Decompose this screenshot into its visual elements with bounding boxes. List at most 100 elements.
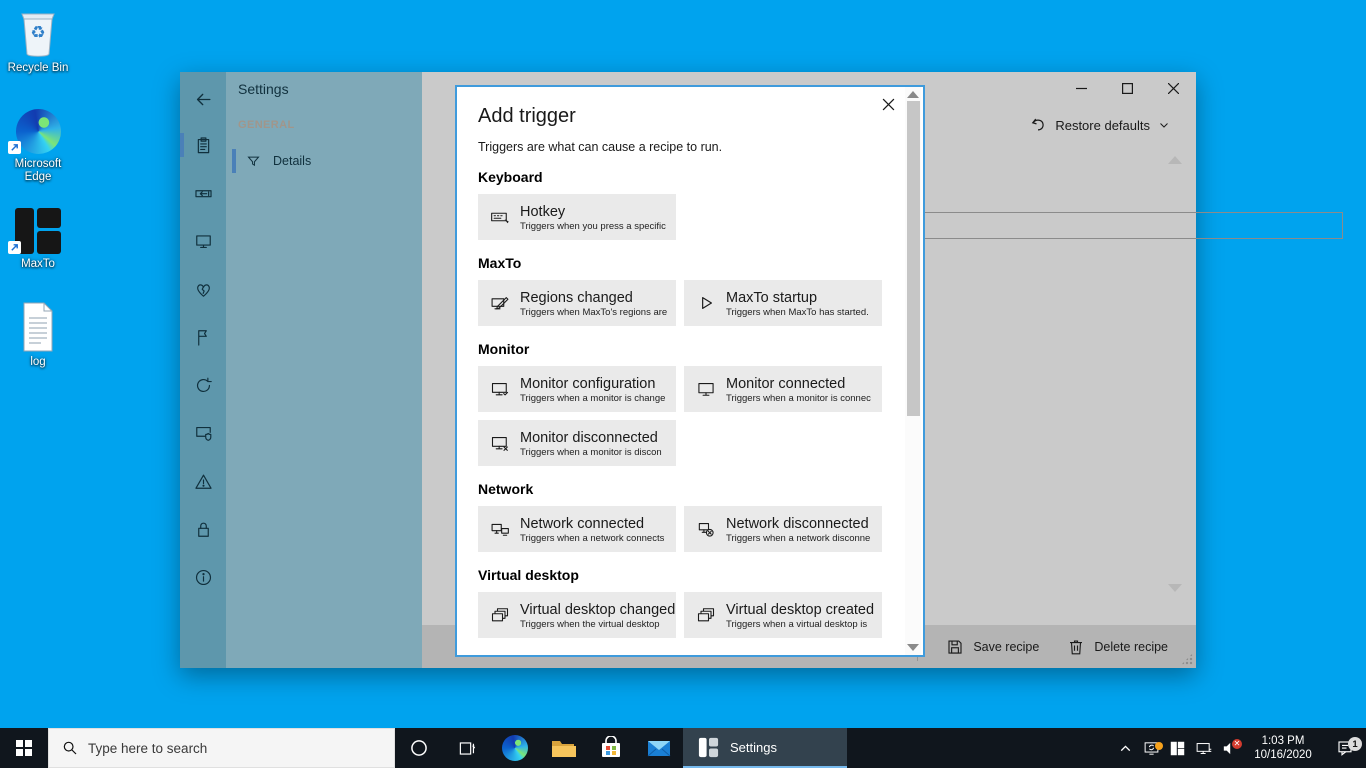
tile-description: Triggers when a network disconne — [726, 533, 870, 544]
section-label: Network — [478, 481, 905, 497]
maximize-icon — [1122, 83, 1133, 94]
task-view-button[interactable] — [443, 728, 491, 768]
scrollbar-down-arrow[interactable] — [907, 644, 919, 651]
sidebar-item-monitor[interactable] — [180, 224, 226, 258]
sidebar-item-input-box[interactable] — [180, 176, 226, 210]
tile-description: Triggers when you press a specific — [520, 221, 666, 232]
recycle-bin-icon: ♻ — [0, 6, 76, 58]
tile-grid: Regions changedTriggers when MaxTo's reg… — [478, 280, 890, 326]
save-icon — [946, 638, 964, 656]
tile-grid: Virtual desktop changedTriggers when the… — [478, 592, 890, 638]
trash-icon — [1067, 638, 1085, 656]
undo-icon — [1029, 116, 1047, 134]
minimize-icon — [1076, 83, 1087, 94]
cortana-button[interactable] — [395, 728, 443, 768]
scrollbar-up-arrow[interactable] — [907, 91, 919, 98]
keyboard-icon — [490, 207, 510, 227]
sidebar-item-warning[interactable] — [180, 464, 226, 498]
section-label: Monitor — [478, 341, 905, 357]
sidebar-item-heart[interactable] — [180, 272, 226, 306]
scroll-down-arrow[interactable] — [1168, 584, 1182, 592]
taskbar-search[interactable]: Type here to search — [48, 728, 395, 768]
lock-icon — [194, 520, 213, 539]
info-icon — [194, 568, 213, 587]
dialog-title: Add trigger — [478, 105, 905, 128]
taskbar-mail-button[interactable] — [635, 728, 683, 768]
scroll-up-arrow[interactable] — [1168, 156, 1182, 164]
delete-recipe-button[interactable]: Delete recipe — [1067, 638, 1168, 656]
tray-network-icon[interactable] — [1190, 740, 1216, 757]
start-button[interactable] — [0, 728, 48, 768]
windows-logo-icon — [16, 740, 32, 756]
taskbar-edge-button[interactable] — [491, 728, 539, 768]
close-icon — [1168, 83, 1179, 94]
tile-title: Monitor disconnected — [520, 429, 662, 447]
edge-icon — [502, 735, 528, 761]
save-recipe-button[interactable]: Save recipe — [946, 638, 1039, 656]
panel-item-label: Details — [273, 154, 311, 168]
trigger-tile[interactable]: Monitor connectedTriggers when a monitor… — [684, 366, 882, 412]
desktop-icon-microsoft-edge[interactable]: Microsoft Edge — [0, 102, 76, 184]
trigger-tile[interactable]: HotkeyTriggers when you press a specific — [478, 194, 676, 240]
status-dot — [1155, 742, 1163, 750]
tray-clock[interactable]: 1:03 PM 10/16/2020 — [1246, 734, 1320, 762]
tile-title: Monitor configuration — [520, 375, 665, 393]
monitor-x-icon — [490, 433, 510, 453]
action-center-button[interactable]: 1 — [1324, 739, 1366, 757]
panel-section-general: GENERAL — [238, 119, 295, 131]
sidebar-rail — [180, 72, 226, 668]
taskbar-settings-button[interactable]: Settings — [683, 728, 847, 768]
desktop-icon-label: log — [0, 356, 76, 369]
section-label: MaxTo — [478, 255, 905, 271]
sidebar-item-sync[interactable] — [180, 368, 226, 402]
trigger-tile[interactable]: Virtual desktop createdTriggers when a v… — [684, 592, 882, 638]
trigger-tile[interactable]: Regions changedTriggers when MaxTo's reg… — [478, 280, 676, 326]
tile-title: Monitor connected — [726, 375, 871, 393]
sidebar-item-clipboard[interactable] — [180, 128, 226, 162]
trigger-tile[interactable]: Monitor configurationTriggers when a mon… — [478, 366, 676, 412]
tray-expand-button[interactable] — [1112, 740, 1138, 757]
monitor-icon — [194, 232, 213, 251]
trigger-tile[interactable]: Monitor disconnectedTriggers when a moni… — [478, 420, 676, 466]
minimize-button[interactable] — [1058, 72, 1104, 104]
restore-defaults-button[interactable]: Restore defaults — [1029, 113, 1170, 137]
funnel-icon — [246, 154, 261, 169]
scrollbar-thumb[interactable] — [907, 101, 920, 416]
desktop-icon-recycle-bin[interactable]: ♻ Recycle Bin — [0, 6, 76, 75]
mail-icon — [646, 735, 672, 761]
trigger-tile[interactable]: Virtual desktop changedTriggers when the… — [478, 592, 676, 638]
sidebar-item-flag[interactable] — [180, 320, 226, 354]
tray-maxto-icon[interactable] — [1164, 740, 1190, 757]
trigger-tile[interactable]: Network disconnectedTriggers when a netw… — [684, 506, 882, 552]
selection-indicator — [232, 149, 236, 173]
tile-title: Network connected — [520, 515, 664, 533]
desktop-icon-log[interactable]: log — [0, 300, 76, 369]
taskbar-explorer-button[interactable] — [539, 728, 587, 768]
maxto-icon — [0, 202, 76, 254]
tray-update-icon[interactable] — [1138, 740, 1164, 757]
resize-grip[interactable] — [1181, 653, 1193, 665]
clipboard-icon — [194, 136, 213, 155]
sidebar-item-info[interactable] — [180, 560, 226, 594]
dialog-scrollbar[interactable] — [905, 87, 921, 655]
heart-icon — [194, 280, 213, 299]
clock-time: 1:03 PM — [1246, 734, 1320, 748]
maximize-button[interactable] — [1104, 72, 1150, 104]
system-tray: ✕ 1:03 PM 10/16/2020 1 — [1112, 728, 1366, 768]
tray-volume-icon[interactable]: ✕ — [1216, 740, 1242, 757]
close-window-button[interactable] — [1150, 72, 1196, 104]
tile-description: Triggers when a monitor is connec — [726, 393, 871, 404]
panel-item-details[interactable]: Details — [232, 148, 416, 174]
desktop-icon-maxto[interactable]: MaxTo — [0, 202, 76, 271]
maxto-icon — [1169, 740, 1186, 757]
taskbar-store-button[interactable] — [587, 728, 635, 768]
trigger-tile[interactable]: MaxTo startupTriggers when MaxTo has sta… — [684, 280, 882, 326]
tile-description: Triggers when a monitor is change — [520, 393, 665, 404]
mute-badge: ✕ — [1232, 739, 1242, 749]
task-view-icon — [458, 739, 477, 758]
region-edit-icon — [490, 293, 510, 313]
sidebar-item-lock[interactable] — [180, 512, 226, 546]
sidebar-item-window-shield[interactable] — [180, 416, 226, 450]
back-button[interactable] — [180, 82, 226, 116]
trigger-tile[interactable]: Network connectedTriggers when a network… — [478, 506, 676, 552]
